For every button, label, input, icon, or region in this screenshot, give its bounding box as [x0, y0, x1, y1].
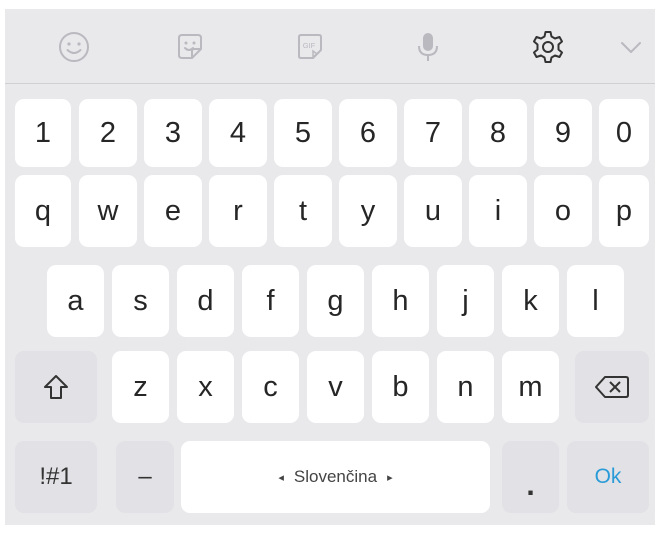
dash-key[interactable]: – — [116, 441, 174, 513]
key-h[interactable]: h — [372, 265, 429, 337]
key-label: 0 — [615, 116, 633, 149]
key-7[interactable]: 7 — [404, 99, 462, 167]
key-o[interactable]: o — [534, 175, 592, 247]
key-y[interactable]: y — [339, 175, 397, 247]
key-s[interactable]: s — [112, 265, 169, 337]
key-l[interactable]: l — [567, 265, 624, 337]
key-label: b — [392, 370, 409, 403]
key-label: n — [457, 370, 474, 403]
key-u[interactable]: u — [404, 175, 462, 247]
key-label: 3 — [164, 116, 182, 149]
backspace-key[interactable] — [575, 351, 649, 423]
key-label: q — [34, 194, 52, 227]
key-a[interactable]: a — [47, 265, 104, 337]
key-label: s — [133, 284, 148, 317]
space-language-label: Slovenčina — [293, 467, 378, 486]
key-label: p — [615, 194, 633, 227]
language-right-arrow-icon: ▸ — [387, 471, 393, 484]
keyboard: GIF 1 2 3 4 5 6 7 8 9 0 q w e r t y u i … — [5, 9, 655, 525]
key-v[interactable]: v — [307, 351, 364, 423]
key-2[interactable]: 2 — [79, 99, 137, 167]
key-9[interactable]: 9 — [534, 99, 592, 167]
key-label: t — [298, 194, 308, 227]
key-t[interactable]: t — [274, 175, 332, 247]
key-g[interactable]: g — [307, 265, 364, 337]
key-p[interactable]: p — [599, 175, 649, 247]
key-label: z — [133, 370, 148, 403]
key-label: r — [233, 194, 243, 227]
gif-text: GIF — [303, 41, 316, 50]
key-c[interactable]: c — [242, 351, 299, 423]
key-label: 5 — [294, 116, 312, 149]
key-x[interactable]: x — [177, 351, 234, 423]
key-label: a — [67, 284, 84, 317]
key-label: x — [198, 370, 213, 403]
key-label: j — [462, 284, 469, 317]
ok-key[interactable]: Ok — [567, 441, 649, 513]
key-label: v — [328, 370, 343, 403]
key-label: o — [554, 194, 572, 227]
key-label: g — [327, 284, 344, 317]
collapse-chevron-icon[interactable] — [609, 25, 653, 69]
key-label: 1 — [34, 116, 52, 149]
shift-arrow-icon — [44, 375, 68, 399]
key-i[interactable]: i — [469, 175, 527, 247]
key-label: 9 — [554, 116, 572, 149]
key-label: d — [197, 284, 214, 317]
key-label: 7 — [424, 116, 442, 149]
symbols-key[interactable]: !#1 — [15, 441, 97, 513]
gif-icon[interactable]: GIF — [288, 25, 332, 69]
key-label: m — [518, 370, 543, 403]
key-d[interactable]: d — [177, 265, 234, 337]
key-4[interactable]: 4 — [209, 99, 267, 167]
key-label: e — [164, 194, 182, 227]
key-8[interactable]: 8 — [469, 99, 527, 167]
key-1[interactable]: 1 — [15, 99, 71, 167]
dash-label: – — [138, 463, 152, 490]
key-label: 4 — [229, 116, 247, 149]
key-label: 6 — [359, 116, 377, 149]
key-n[interactable]: n — [437, 351, 494, 423]
key-f[interactable]: f — [242, 265, 299, 337]
key-label: u — [424, 194, 442, 227]
key-label: i — [494, 194, 502, 227]
key-label: y — [360, 194, 376, 227]
key-k[interactable]: k — [502, 265, 559, 337]
key-label: w — [97, 194, 119, 227]
key-label: 2 — [99, 116, 117, 149]
key-label: h — [392, 284, 409, 317]
key-w[interactable]: w — [79, 175, 137, 247]
key-e[interactable]: e — [144, 175, 202, 247]
key-z[interactable]: z — [112, 351, 169, 423]
key-r[interactable]: r — [209, 175, 267, 247]
space-key[interactable]: ◂ Slovenčina ▸ — [181, 441, 490, 513]
key-label: f — [266, 284, 275, 317]
ok-label: Ok — [594, 465, 622, 488]
key-0[interactable]: 0 — [599, 99, 649, 167]
key-j[interactable]: j — [437, 265, 494, 337]
language-left-arrow-icon: ◂ — [278, 471, 284, 484]
symbols-label: !#1 — [39, 463, 73, 490]
keyboard-toolbar: GIF — [5, 9, 655, 84]
emoji-icon[interactable] — [52, 25, 96, 69]
sticker-icon[interactable] — [168, 25, 212, 69]
key-m[interactable]: m — [502, 351, 559, 423]
key-6[interactable]: 6 — [339, 99, 397, 167]
shift-key[interactable] — [15, 351, 97, 423]
period-label: . — [526, 469, 535, 502]
key-b[interactable]: b — [372, 351, 429, 423]
key-label: c — [263, 370, 278, 403]
microphone-icon[interactable] — [406, 25, 450, 69]
key-label: k — [523, 284, 538, 317]
settings-gear-icon[interactable] — [526, 25, 570, 69]
key-q[interactable]: q — [15, 175, 71, 247]
toolbar-divider — [5, 83, 655, 84]
key-3[interactable]: 3 — [144, 99, 202, 167]
backspace-icon — [595, 376, 629, 398]
key-label: 8 — [489, 116, 507, 149]
period-key[interactable]: . — [502, 441, 559, 513]
key-label: l — [592, 284, 599, 317]
key-5[interactable]: 5 — [274, 99, 332, 167]
